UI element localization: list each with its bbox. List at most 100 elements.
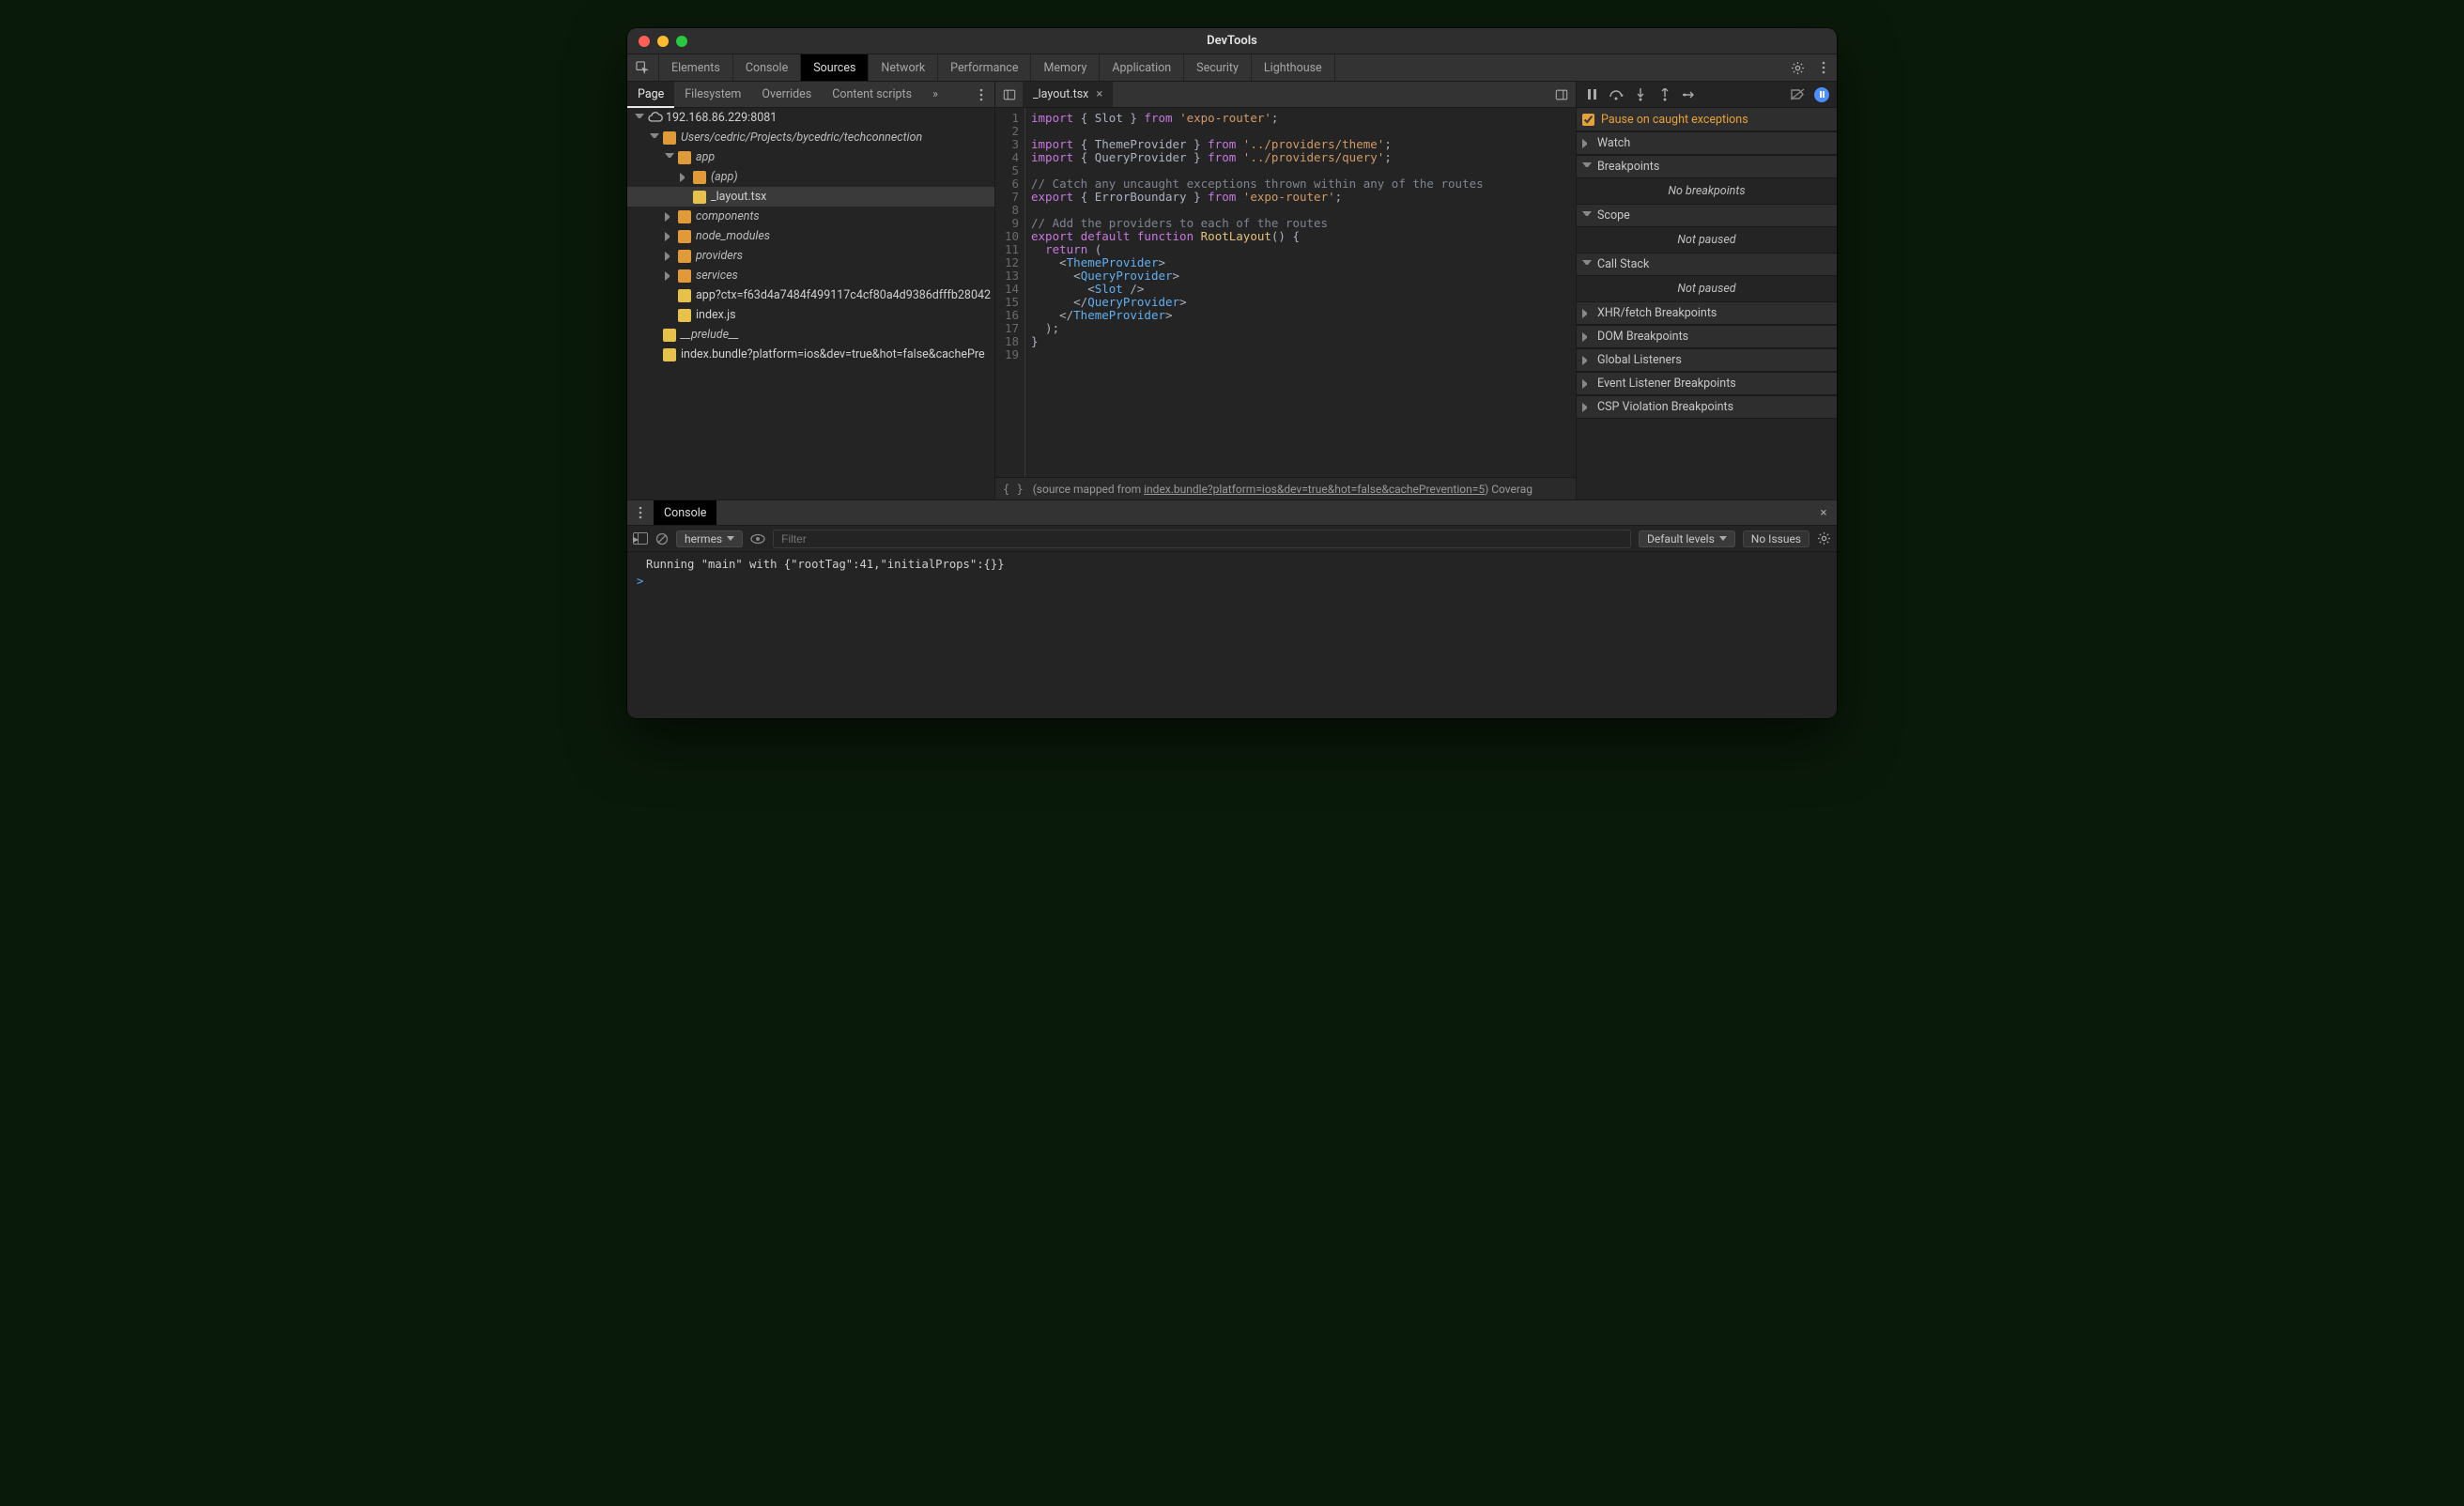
drawer-kebab-icon[interactable] bbox=[627, 500, 654, 525]
tree-folder[interactable]: Users/cedric/Projects/bycedric/techconne… bbox=[627, 128, 994, 147]
folder-icon bbox=[693, 171, 706, 184]
folder-icon bbox=[678, 151, 691, 164]
tree-label: app?ctx=f63d4a7484f499117c4cf80a4d9386df… bbox=[696, 288, 991, 302]
drawer-tab-console[interactable]: Console bbox=[654, 500, 716, 525]
pause-on-caught-checkbox[interactable] bbox=[1582, 114, 1594, 126]
issues-button[interactable]: No Issues bbox=[1743, 530, 1810, 547]
subtab-overrides[interactable]: Overrides bbox=[751, 82, 822, 107]
section-global[interactable]: Global Listeners bbox=[1577, 348, 1837, 372]
section-csp[interactable]: CSP Violation Breakpoints bbox=[1577, 395, 1837, 419]
step-over-icon[interactable] bbox=[1609, 87, 1624, 102]
tree-folder[interactable]: components bbox=[627, 207, 994, 226]
file-icon bbox=[663, 348, 676, 361]
pause-icon[interactable] bbox=[1584, 87, 1599, 102]
console-settings-icon[interactable] bbox=[1817, 531, 1831, 546]
debugger-pane: Pause on caught exceptions Watch Breakpo… bbox=[1577, 82, 1837, 499]
pause-on-caught-label: Pause on caught exceptions bbox=[1601, 113, 1748, 127]
drawer-tabs: Console × bbox=[627, 500, 1837, 526]
tree-label: node_modules bbox=[696, 229, 770, 243]
step-out-icon[interactable] bbox=[1657, 87, 1672, 102]
pretty-print-icon[interactable]: { } bbox=[1003, 483, 1024, 496]
live-expression-icon[interactable] bbox=[750, 533, 765, 545]
tree-file[interactable]: index.bundle?platform=ios&dev=true&hot=f… bbox=[627, 345, 994, 364]
tree-folder[interactable]: app bbox=[627, 147, 994, 167]
pause-exceptions-icon[interactable] bbox=[1814, 87, 1829, 102]
tree-label: index.bundle?platform=ios&dev=true&hot=f… bbox=[681, 347, 985, 361]
editor-tabbar: _layout.tsx × bbox=[995, 82, 1576, 108]
section-event[interactable]: Event Listener Breakpoints bbox=[1577, 372, 1837, 395]
console-prompt-line[interactable]: > bbox=[637, 575, 1827, 588]
expand-arrow-icon[interactable] bbox=[665, 212, 674, 222]
console-filter-input[interactable] bbox=[773, 530, 1631, 548]
tree-folder[interactable]: (app) bbox=[627, 167, 994, 187]
section-watch[interactable]: Watch bbox=[1577, 131, 1837, 155]
section-dom[interactable]: DOM Breakpoints bbox=[1577, 325, 1837, 348]
clear-console-icon[interactable] bbox=[655, 532, 669, 546]
pause-on-caught-checkbox-row[interactable]: Pause on caught exceptions bbox=[1577, 108, 1837, 131]
tab-network[interactable]: Network bbox=[869, 54, 938, 81]
tree-folder[interactable]: providers bbox=[627, 246, 994, 266]
subtab-page[interactable]: Page bbox=[627, 82, 674, 108]
code-editor[interactable]: 12345678910111213141516171819 import { S… bbox=[995, 108, 1576, 477]
section-scope[interactable]: Scope bbox=[1577, 204, 1837, 227]
tree-label: 192.168.86.229:8081 bbox=[666, 111, 777, 125]
toggle-sidebar-icon[interactable]: ▸ bbox=[633, 532, 648, 545]
breakpoints-body: No breakpoints bbox=[1577, 178, 1837, 204]
section-breakpoints[interactable]: Breakpoints bbox=[1577, 155, 1837, 178]
tree-label: (app) bbox=[711, 170, 738, 184]
tab-security[interactable]: Security bbox=[1184, 54, 1252, 81]
step-into-icon[interactable] bbox=[1633, 87, 1648, 102]
tree-label: app bbox=[696, 150, 715, 164]
settings-gear-icon[interactable] bbox=[1784, 54, 1810, 81]
tree-file[interactable]: __prelude__ bbox=[627, 325, 994, 345]
debugger-toolbar bbox=[1577, 82, 1837, 108]
tree-folder[interactable]: node_modules bbox=[627, 226, 994, 246]
code-content[interactable]: import { Slot } from 'expo-router';impor… bbox=[1025, 108, 1576, 477]
line-number-gutter: 12345678910111213141516171819 bbox=[995, 108, 1025, 477]
drawer-close-icon[interactable]: × bbox=[1810, 500, 1837, 525]
expand-arrow-icon bbox=[650, 350, 659, 360]
tab-application[interactable]: Application bbox=[1100, 54, 1184, 81]
expand-arrow-icon[interactable] bbox=[665, 232, 674, 241]
tree-file[interactable]: index.js bbox=[627, 305, 994, 325]
subtab-content-scripts[interactable]: Content scripts bbox=[822, 82, 922, 107]
kebab-menu-icon[interactable] bbox=[1810, 54, 1837, 81]
subtab-filesystem[interactable]: Filesystem bbox=[674, 82, 751, 107]
tree-label: services bbox=[696, 269, 738, 283]
expand-arrow-icon[interactable] bbox=[680, 173, 689, 182]
execution-context-selector[interactable]: hermes bbox=[676, 530, 743, 547]
tab-sources[interactable]: Sources bbox=[801, 54, 869, 81]
close-tab-icon[interactable]: × bbox=[1096, 87, 1102, 101]
source-map-link[interactable]: index.bundle?platform=ios&dev=true&hot=f… bbox=[1144, 483, 1485, 496]
expand-arrow-icon[interactable] bbox=[650, 133, 659, 143]
expand-arrow-icon[interactable] bbox=[665, 252, 674, 261]
step-icon[interactable] bbox=[1682, 87, 1697, 102]
console-output[interactable]: Running "main" with {"rootTag":41,"initi… bbox=[627, 552, 1837, 718]
status-text: (source mapped from index.bundle?platfor… bbox=[1033, 483, 1532, 496]
expand-arrow-icon bbox=[665, 311, 674, 320]
expand-arrow-icon[interactable] bbox=[665, 153, 674, 162]
expand-arrow-icon[interactable] bbox=[635, 114, 644, 123]
log-level-selector[interactable]: Default levels bbox=[1639, 530, 1735, 547]
tab-console[interactable]: Console bbox=[733, 54, 801, 81]
section-xhr[interactable]: XHR/fetch Breakpoints bbox=[1577, 301, 1837, 325]
expand-arrow-icon[interactable] bbox=[665, 271, 674, 281]
tree-file[interactable]: _layout.tsx bbox=[627, 187, 994, 207]
tab-performance[interactable]: Performance bbox=[938, 54, 1031, 81]
tree-origin[interactable]: 192.168.86.229:8081 bbox=[627, 108, 994, 128]
navigator-subtabs: PageFilesystemOverridesContent scripts » bbox=[627, 82, 994, 108]
deactivate-breakpoints-icon[interactable] bbox=[1790, 87, 1805, 102]
inspect-element-icon[interactable] bbox=[627, 54, 659, 81]
tree-file[interactable]: app?ctx=f63d4a7484f499117c4cf80a4d9386df… bbox=[627, 285, 994, 305]
toggle-navigator-icon[interactable] bbox=[995, 82, 1024, 107]
toggle-debugger-icon[interactable] bbox=[1548, 82, 1576, 107]
tree-folder[interactable]: services bbox=[627, 266, 994, 285]
navigator-overflow[interactable]: » bbox=[922, 82, 948, 107]
tab-lighthouse[interactable]: Lighthouse bbox=[1252, 54, 1335, 81]
section-callstack[interactable]: Call Stack bbox=[1577, 253, 1837, 276]
tab-elements[interactable]: Elements bbox=[659, 54, 733, 81]
file-tree[interactable]: 192.168.86.229:8081 Users/cedric/Projects… bbox=[627, 108, 994, 499]
editor-tab-layout[interactable]: _layout.tsx × bbox=[1024, 82, 1113, 107]
navigator-kebab-icon[interactable] bbox=[968, 82, 994, 107]
tab-memory[interactable]: Memory bbox=[1031, 54, 1100, 81]
